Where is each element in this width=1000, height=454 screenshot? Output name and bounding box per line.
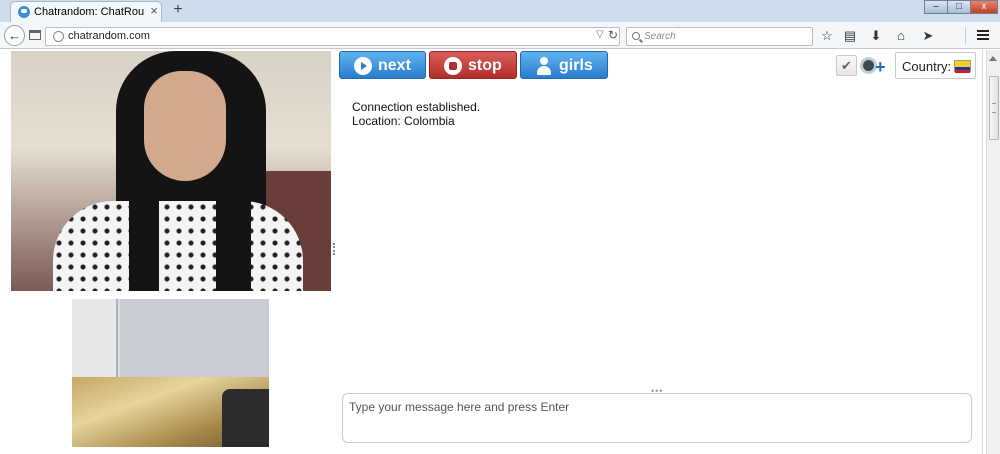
globe-icon bbox=[53, 31, 64, 42]
minimize-button[interactable]: – bbox=[924, 0, 948, 14]
clipboard-icon[interactable]: ▤ bbox=[842, 27, 858, 44]
browser-tab[interactable]: Chatrandom: ChatRoulette... × bbox=[10, 1, 162, 22]
self-video bbox=[72, 299, 269, 447]
search-bar[interactable]: Search bbox=[626, 27, 813, 46]
add-webcam-button[interactable]: + bbox=[859, 53, 889, 78]
vertical-scrollbar[interactable] bbox=[986, 50, 1000, 454]
colombia-flag-icon bbox=[954, 60, 971, 73]
girls-button[interactable]: girls bbox=[520, 51, 608, 79]
checkmark-icon[interactable]: ✔ bbox=[836, 55, 857, 76]
system-message: Connection established. bbox=[352, 100, 481, 114]
partner-video bbox=[11, 51, 331, 291]
chat-page: next stop girls ✔ + Country: Connection … bbox=[0, 50, 1000, 454]
star-icon[interactable]: ☆ bbox=[819, 27, 835, 44]
search-placeholder[interactable]: Search bbox=[644, 31, 676, 42]
history-dropdown-icon[interactable]: ▽ bbox=[596, 29, 604, 40]
address-bar[interactable]: chatrandom.com ▽ ↻ bbox=[45, 27, 620, 46]
next-label: next bbox=[378, 57, 411, 74]
chat-bubble-icon bbox=[18, 6, 30, 18]
system-message: Location: Colombia bbox=[352, 114, 455, 128]
navigation-toolbar: ← chatrandom.com ▽ ↻ Search ☆ ▤ ⬇ ⌂ ➤ bbox=[0, 22, 1000, 49]
stop-icon bbox=[444, 57, 462, 75]
scroll-up-arrow-icon[interactable] bbox=[989, 56, 997, 61]
plus-icon: + bbox=[875, 57, 886, 77]
message-input[interactable] bbox=[342, 393, 972, 443]
girls-label: girls bbox=[559, 57, 593, 74]
close-tab-icon[interactable]: × bbox=[148, 4, 160, 18]
stop-label: stop bbox=[468, 57, 502, 74]
chat-log: Connection established. Location: Colomb… bbox=[352, 100, 952, 128]
stop-button[interactable]: stop bbox=[429, 51, 517, 79]
tab-strip: Chatrandom: ChatRoulette... × + – □ x bbox=[0, 0, 1000, 22]
url-text[interactable]: chatrandom.com bbox=[68, 30, 150, 42]
reload-icon[interactable]: ↻ bbox=[608, 28, 618, 42]
menu-icon[interactable] bbox=[975, 28, 991, 42]
back-button[interactable]: ← bbox=[4, 25, 25, 46]
download-icon[interactable]: ⬇ bbox=[868, 27, 884, 44]
play-icon bbox=[354, 57, 372, 75]
search-icon bbox=[632, 32, 640, 40]
home-icon[interactable]: ⌂ bbox=[893, 27, 909, 44]
send-icon[interactable]: ➤ bbox=[920, 27, 936, 44]
tab-title: Chatrandom: ChatRoulette... bbox=[34, 6, 144, 18]
country-selector[interactable]: Country: bbox=[895, 52, 976, 79]
female-user-icon bbox=[535, 57, 553, 75]
next-button[interactable]: next bbox=[339, 51, 426, 79]
content-divider bbox=[982, 50, 983, 454]
toolbar-separator bbox=[965, 27, 966, 44]
sidebar-icon[interactable] bbox=[29, 30, 41, 40]
country-label: Country: bbox=[902, 59, 952, 74]
panel-resize-handle[interactable] bbox=[333, 243, 336, 255]
new-tab-button[interactable]: + bbox=[170, 1, 186, 19]
maximize-button[interactable]: □ bbox=[947, 0, 971, 14]
scroll-thumb[interactable] bbox=[989, 76, 999, 140]
close-window-button[interactable]: x bbox=[970, 0, 998, 14]
